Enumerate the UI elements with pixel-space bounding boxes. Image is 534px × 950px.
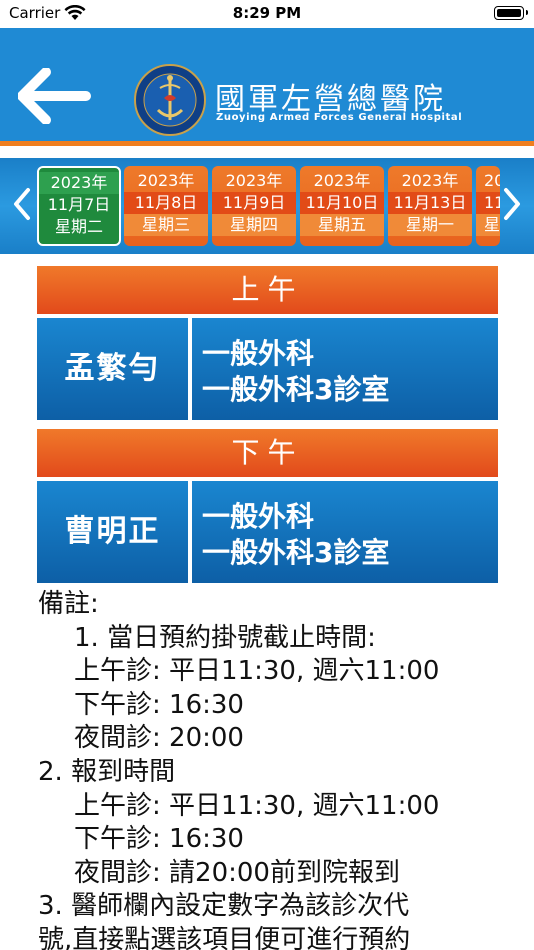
hospital-name-en: Zuoying Armed Forces General Hospital: [216, 112, 463, 123]
date-tab-year: 2023年: [401, 171, 459, 190]
back-arrow-icon[interactable]: [18, 68, 92, 124]
app-header: 國軍左營總醫院 Zuoying Armed Forces General Hos…: [0, 28, 534, 146]
date-tab-partial[interactable]: 2023年 11月14日 星期二: [476, 166, 500, 246]
date-tab-date: 11月8日: [124, 192, 208, 214]
date-tab-date: 11月14日: [476, 192, 500, 214]
date-tab-year: 2023年: [39, 172, 119, 194]
notes-line: 1. 當日預約掛號截止時間:: [74, 622, 376, 653]
clinic-room: 一般外科3診室: [202, 373, 390, 406]
date-tab-year: 2023年: [137, 171, 195, 190]
date-tab-date: 11月7日: [47, 195, 111, 214]
date-tab[interactable]: 2023年 11月13日 星期一: [388, 166, 472, 246]
date-tab-date: 11月9日: [212, 192, 296, 214]
notes-title: 備註:: [38, 589, 99, 619]
date-tab-weekday: 星期二: [476, 214, 500, 236]
date-tab-weekday: 星期五: [300, 214, 384, 236]
date-tab[interactable]: 2023年 11月10日 星期五: [300, 166, 384, 246]
date-selector: 2023年 11月7日 星期二 2023年 11月8日 星期三 2023年 11…: [0, 158, 534, 254]
date-tab-year: 2023年: [225, 171, 283, 190]
clinic-department: 一般外科: [202, 337, 315, 370]
notes-line: 下午診: 16:30: [74, 689, 244, 720]
date-tab-date: 11月10日: [300, 192, 384, 214]
date-tab-date: 11月13日: [388, 192, 472, 214]
date-tab-year: 2023年: [484, 171, 500, 190]
notes-line: 夜間診: 請20:00前到院報到: [74, 857, 400, 888]
date-tab[interactable]: 2023年 11月9日 星期四: [212, 166, 296, 246]
date-tab-weekday: 星期三: [124, 214, 208, 236]
hospital-logo-icon: [134, 64, 206, 136]
clinic-room: 一般外科3診室: [202, 536, 390, 569]
notes-line: 上午診: 平日11:30, 週六11:00: [74, 790, 440, 821]
date-tab-weekday: 星期二: [54, 217, 103, 236]
status-bar: Carrier 8:29 PM: [0, 0, 534, 28]
doctor-name[interactable]: 孟繁勻: [37, 318, 188, 420]
date-tab-weekday: 星期一: [388, 214, 472, 236]
clinic-info[interactable]: 一般外科 一般外科3診室: [192, 481, 498, 583]
doctor-name[interactable]: 曹明正: [37, 481, 188, 583]
notes-section: 備註: 1. 當日預約掛號截止時間: 上午診: 平日11:30, 週六11:00…: [38, 588, 508, 950]
chevron-left-icon[interactable]: [10, 186, 34, 222]
clinic-department: 一般外科: [202, 500, 315, 533]
status-time: 8:29 PM: [232, 4, 302, 22]
session-header-afternoon: 下午: [37, 429, 498, 477]
chevron-right-icon[interactable]: [500, 186, 524, 222]
notes-line: 2. 報到時間: [38, 756, 176, 787]
session-header-morning: 上午: [37, 266, 498, 314]
date-tab-year: 2023年: [313, 171, 371, 190]
notes-line: 3. 醫師欄內設定數字為該診次代: [38, 891, 410, 922]
battery-icon: [494, 6, 528, 20]
date-tab-weekday: 星期四: [212, 214, 296, 236]
date-tab[interactable]: 2023年 11月8日 星期三: [124, 166, 208, 246]
notes-line: 下午診: 16:30: [74, 824, 244, 855]
clinic-info[interactable]: 一般外科 一般外科3診室: [192, 318, 498, 420]
schedule-row-morning[interactable]: 孟繁勻 一般外科 一般外科3診室: [37, 318, 498, 420]
notes-line: 夜間診: 20:00: [74, 723, 244, 754]
schedule-row-afternoon[interactable]: 曹明正 一般外科 一般外科3診室: [37, 481, 498, 583]
date-tab-selected[interactable]: 2023年 11月7日 星期二: [37, 166, 121, 246]
notes-line: 上午診: 平日11:30, 週六11:00: [74, 656, 440, 687]
notes-line: 號,直接點選該項目便可進行預約: [38, 924, 411, 950]
